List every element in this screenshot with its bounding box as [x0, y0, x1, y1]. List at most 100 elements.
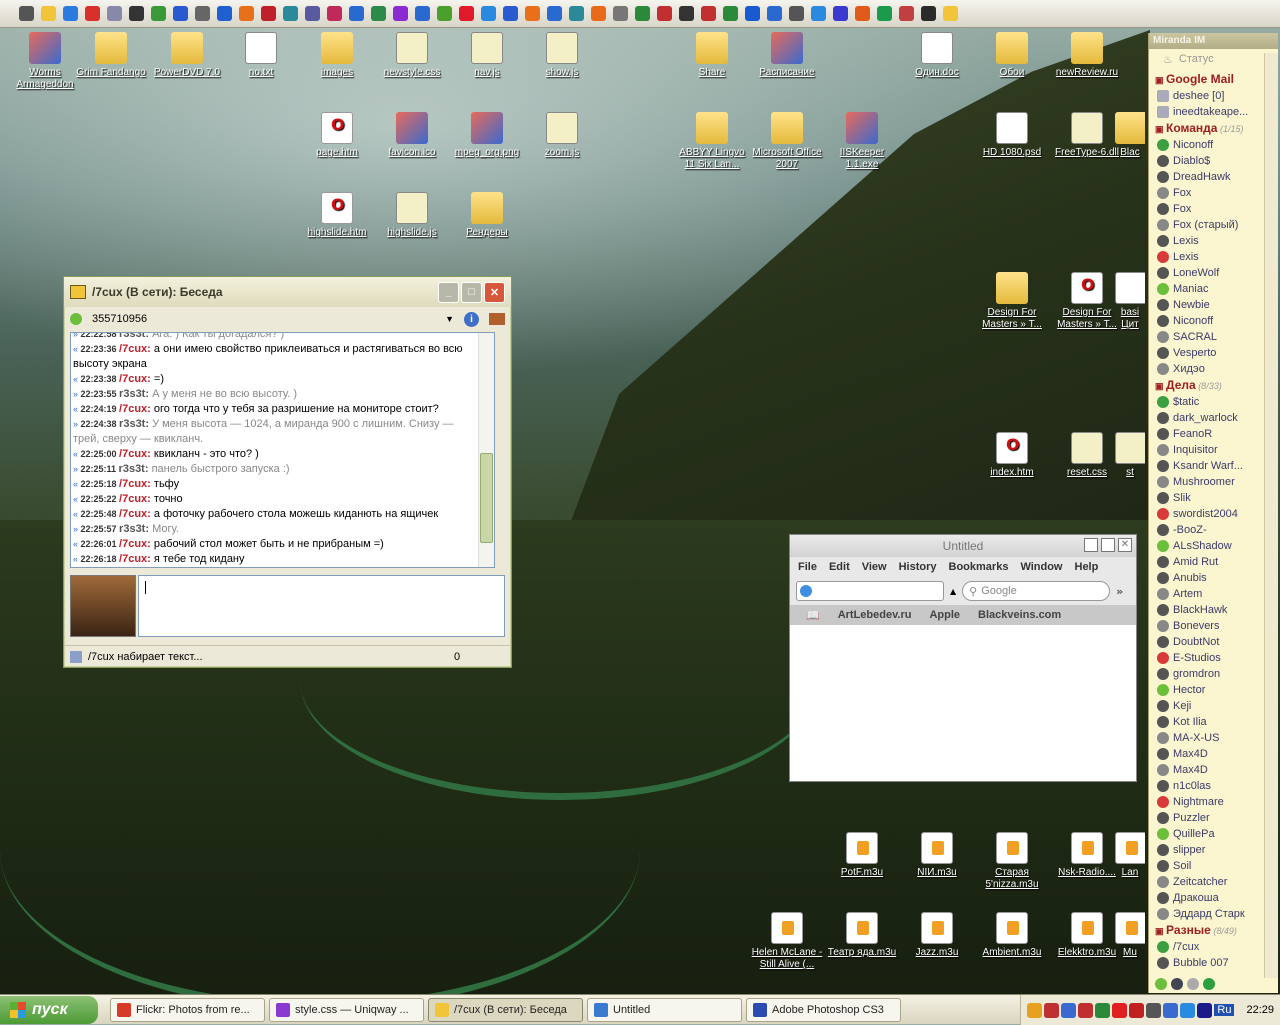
- quick-launch-app-icon[interactable]: [610, 3, 631, 24]
- quick-launch-app-icon[interactable]: [764, 3, 785, 24]
- book-icon[interactable]: 📖: [806, 609, 820, 622]
- desktop-icon[interactable]: Helen McLane - Still Alive (...: [749, 912, 825, 971]
- tray-icon[interactable]: [1197, 1002, 1213, 1018]
- contact-item[interactable]: Bubble 007: [1149, 955, 1265, 971]
- chevron-down-icon[interactable]: ▼: [445, 314, 454, 324]
- network-icon[interactable]: [1203, 978, 1215, 990]
- desktop-icon[interactable]: Рендеры: [449, 192, 525, 239]
- desktop-icon[interactable]: index.htm: [974, 432, 1050, 479]
- quick-launch-app-icon[interactable]: [434, 3, 455, 24]
- desktop-icon[interactable]: PotF.m3u: [824, 832, 900, 879]
- quick-launch-app-icon[interactable]: [60, 3, 81, 24]
- desktop-icon[interactable]: ABBYY Lingvo 11 Six Lan...: [674, 112, 750, 171]
- contact-item[interactable]: MA-X-US: [1149, 730, 1265, 746]
- quick-launch-app-icon[interactable]: [786, 3, 807, 24]
- contact-item[interactable]: deshee [0]: [1149, 88, 1265, 104]
- quick-launch-app-icon[interactable]: [874, 3, 895, 24]
- desktop-icon[interactable]: page.htm: [299, 112, 375, 159]
- quick-launch-app-icon[interactable]: [654, 3, 675, 24]
- chevron-up-icon[interactable]: ▲: [950, 587, 956, 596]
- chat-title-bar[interactable]: /7cux (В сети): Беседа _ □ ✕: [64, 277, 511, 307]
- contact-item[interactable]: Anubis: [1149, 570, 1265, 586]
- desktop-icon[interactable]: Worms Armageddon: [7, 32, 83, 91]
- contact-item[interactable]: Niconoff: [1149, 313, 1265, 329]
- contact-item[interactable]: swordist2004: [1149, 506, 1265, 522]
- quick-launch-app-icon[interactable]: [632, 3, 653, 24]
- desktop-icon[interactable]: highslide.htm: [299, 192, 375, 239]
- contact-group-header[interactable]: ▣ Разные (8/49): [1149, 922, 1265, 939]
- quick-launch-app-icon[interactable]: [720, 3, 741, 24]
- contact-item[interactable]: Fox: [1149, 201, 1265, 217]
- user-icon[interactable]: [1187, 978, 1199, 990]
- contact-item[interactable]: Хидэо: [1149, 361, 1265, 377]
- more-icon[interactable]: »: [1116, 585, 1123, 598]
- miranda-status-row[interactable]: ♨ Статус: [1149, 49, 1278, 69]
- contact-item[interactable]: ineedtakeape...: [1149, 104, 1265, 120]
- quick-launch-app-icon[interactable]: [324, 3, 345, 24]
- clock[interactable]: 22:29: [1246, 1004, 1274, 1016]
- contact-item[interactable]: DreadHawk: [1149, 169, 1265, 185]
- quick-launch-app-icon[interactable]: [698, 3, 719, 24]
- desktop-icon[interactable]: mpeg_org.png: [449, 112, 525, 159]
- desktop-icon[interactable]: highslide.js: [374, 192, 450, 239]
- menu-item-history[interactable]: History: [899, 561, 937, 573]
- contact-item[interactable]: gromdron: [1149, 666, 1265, 682]
- contact-item[interactable]: /7cux: [1149, 939, 1265, 955]
- quick-launch-app-icon[interactable]: [852, 3, 873, 24]
- quick-launch-app-icon[interactable]: [148, 3, 169, 24]
- contact-item[interactable]: Lexis: [1149, 249, 1265, 265]
- contact-group-header[interactable]: ▣ Дела (8/33): [1149, 377, 1265, 394]
- desktop-icon[interactable]: Обои: [974, 32, 1050, 79]
- browser-window[interactable]: Untitled ✕ File Edit View History Bookmarks W…: [789, 534, 1137, 782]
- contact-item[interactable]: Vesperto: [1149, 345, 1265, 361]
- quick-launch-app-icon[interactable]: [544, 3, 565, 24]
- contact-item[interactable]: dark_warlock: [1149, 410, 1265, 426]
- quick-launch-app-icon[interactable]: [918, 3, 939, 24]
- contact-item[interactable]: n1c0las: [1149, 778, 1265, 794]
- contact-item[interactable]: Slik: [1149, 490, 1265, 506]
- quick-launch-app-icon[interactable]: [742, 3, 763, 24]
- tray-icon[interactable]: [1027, 1002, 1043, 1018]
- user-icon[interactable]: [1171, 978, 1183, 990]
- menu-item-view[interactable]: View: [862, 561, 887, 573]
- bookmark-link[interactable]: Blackveins.com: [978, 609, 1061, 621]
- contact-item[interactable]: Soil: [1149, 858, 1265, 874]
- contact-item[interactable]: Дракоша: [1149, 890, 1265, 906]
- contact-item[interactable]: Amid Rut: [1149, 554, 1265, 570]
- quick-launch-app-icon[interactable]: [302, 3, 323, 24]
- taskbar-button[interactable]: style.css — Uniqway ...: [269, 997, 424, 1022]
- desktop-icon[interactable]: Один.doc: [899, 32, 975, 79]
- message-log[interactable]: » 22:22:58 r3s3t: Ага. ) Как ты догадалс…: [70, 332, 495, 568]
- tray-icon[interactable]: [1129, 1002, 1145, 1018]
- desktop-icon[interactable]: Nsk-Radio....: [1049, 832, 1125, 879]
- desktop-icon[interactable]: Старая 5'nizza.m3u: [974, 832, 1050, 891]
- desktop-icon[interactable]: no.txt: [223, 32, 299, 79]
- address-bar[interactable]: [796, 581, 944, 601]
- quick-launch-app-icon[interactable]: [346, 3, 367, 24]
- chat-window[interactable]: /7cux (В сети): Беседа _ □ ✕ 355710956 ▼…: [63, 276, 512, 668]
- taskbar-button[interactable]: Untitled: [587, 997, 742, 1022]
- quick-launch-app-icon[interactable]: [500, 3, 521, 24]
- contact-item[interactable]: Diablo$: [1149, 153, 1265, 169]
- desktop-icon[interactable]: images: [299, 32, 375, 79]
- tray-icon[interactable]: [1061, 1002, 1077, 1018]
- desktop-icon[interactable]: Design For Masters » T...: [974, 272, 1050, 331]
- desktop-icon[interactable]: reset.css: [1049, 432, 1125, 479]
- desktop-icon[interactable]: IISKeeper 1.1.exe: [824, 112, 900, 171]
- tray-icon[interactable]: [1095, 1002, 1111, 1018]
- desktop-icon[interactable]: Расписание: [749, 32, 825, 79]
- quick-launch-app-icon[interactable]: [258, 3, 279, 24]
- quick-launch-app-icon[interactable]: [808, 3, 829, 24]
- quick-launch-app-icon[interactable]: [522, 3, 543, 24]
- tray-icon[interactable]: [1180, 1002, 1196, 1018]
- menu-item-edit[interactable]: Edit: [829, 561, 850, 573]
- desktop-icon[interactable]: FreeType-6.dll: [1049, 112, 1125, 159]
- contact-item[interactable]: BlackHawk: [1149, 602, 1265, 618]
- contact-item[interactable]: Puzzler: [1149, 810, 1265, 826]
- quick-launch-app-icon[interactable]: [896, 3, 917, 24]
- contact-item[interactable]: ALsShadow: [1149, 538, 1265, 554]
- contact-item[interactable]: Max4D: [1149, 746, 1265, 762]
- contact-item[interactable]: Artem: [1149, 586, 1265, 602]
- contact-item[interactable]: Эддард Старк: [1149, 906, 1265, 922]
- contact-list-scrollbar[interactable]: [1264, 53, 1278, 978]
